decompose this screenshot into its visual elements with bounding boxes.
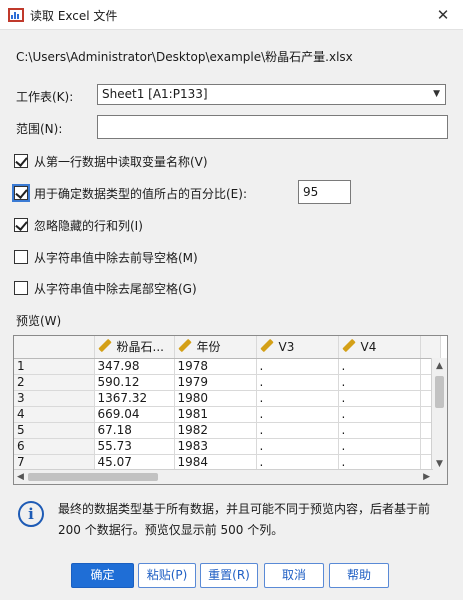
table-row: 7 45.07 1984.. [14, 454, 441, 471]
pencil-icon [177, 339, 192, 353]
window-title: 读取 Excel 文件 [30, 9, 118, 23]
paste-button[interactable]: 粘贴(P) [138, 563, 196, 588]
horizontal-scroll-thumb[interactable] [28, 473, 158, 481]
checkbox-read-var-names[interactable] [14, 154, 28, 168]
table-row: 1 347.98 1978.. [14, 358, 441, 375]
cancel-button[interactable]: 取消 [264, 563, 324, 588]
scroll-right-icon[interactable]: ▶ [423, 472, 430, 482]
scroll-left-icon[interactable]: ◀ [17, 472, 24, 482]
option-trim-leading-label: 从字符串值中除去前导空格(M) [34, 251, 198, 265]
checkbox-percent-values[interactable] [12, 184, 30, 202]
table-row: 4 669.04 1981.. [14, 406, 441, 423]
percent-input[interactable]: 95 [298, 180, 351, 204]
info-icon: i [18, 501, 44, 527]
extra-column-header [420, 336, 441, 359]
pencil-icon [259, 338, 274, 352]
corner-cell [14, 336, 95, 359]
help-button[interactable]: 帮助 [329, 563, 389, 588]
option-read-var-names-label: 从第一行数据中读取变量名称(V) [34, 155, 208, 169]
table-row: 5 67.18 1982.. [14, 422, 441, 439]
preview-label: 预览(W) [16, 314, 62, 328]
scroll-down-icon[interactable]: ▼ [436, 459, 443, 469]
chevron-down-icon: ▼ [433, 89, 440, 99]
column-header[interactable]: V4 [338, 336, 421, 359]
range-label: 范围(N): [16, 122, 63, 136]
column-header[interactable]: 粉晶石... [94, 336, 175, 359]
worksheet-select[interactable]: Sheet1 [A1:P133] ▼ [97, 84, 446, 105]
worksheet-label: 工作表(K): [16, 90, 74, 104]
vertical-scrollbar[interactable]: ▲ ▼ [431, 358, 447, 484]
preview-grid[interactable]: 粉晶石... 年份 V3 V4 1 347.98 1978.. 2 590.12 197… [13, 335, 448, 485]
column-header[interactable]: 年份 [174, 336, 257, 359]
checkbox-trim-leading[interactable] [14, 250, 28, 264]
column-header[interactable]: V3 [256, 336, 339, 359]
worksheet-value: Sheet1 [A1:P133] [102, 87, 208, 101]
title-bar: 读取 Excel 文件 ✕ [0, 0, 463, 30]
checkbox-trim-trailing[interactable] [14, 281, 28, 295]
info-message: 最终的数据类型基于所有数据，并且可能不同于预览内容，后者基于前 200 个数据行… [58, 502, 431, 537]
scroll-up-icon[interactable]: ▲ [436, 361, 443, 371]
pencil-icon [341, 338, 356, 352]
table-row: 3 1367.32 1980.. [14, 390, 441, 407]
option-percent-values-label: 用于确定数据类型的值所占的百分比(E): [34, 187, 247, 201]
file-path: C:\Users\Administrator\Desktop\example\粉… [16, 50, 353, 64]
table-row: 2 590.12 1979.. [14, 374, 441, 391]
option-ignore-hidden-label: 忽略隐藏的行和列(I) [34, 219, 143, 233]
app-icon [8, 8, 24, 22]
option-trim-trailing-label: 从字符串值中除去尾部空格(G) [34, 282, 197, 296]
table-header-row: 粉晶石... 年份 V3 V4 [14, 336, 441, 359]
preview-table: 粉晶石... 年份 V3 V4 1 347.98 1978.. 2 590.12 197… [14, 336, 441, 471]
range-input[interactable] [97, 115, 448, 139]
horizontal-scrollbar[interactable]: ◀ ▶ [14, 469, 433, 484]
checkbox-ignore-hidden[interactable] [14, 218, 28, 232]
pencil-icon [97, 339, 112, 353]
table-row: 6 55.73 1983.. [14, 438, 441, 455]
ok-button[interactable]: 确定 [71, 563, 134, 588]
close-icon[interactable]: ✕ [423, 0, 463, 30]
reset-button[interactable]: 重置(R) [200, 563, 258, 588]
vertical-scroll-thumb[interactable] [435, 376, 444, 408]
